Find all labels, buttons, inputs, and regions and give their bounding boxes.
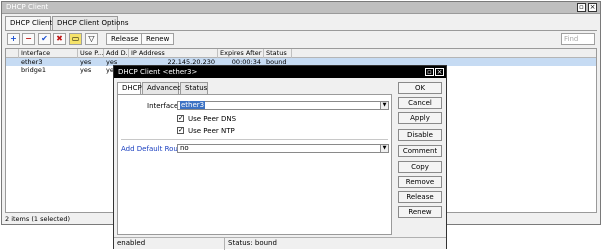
comment-icon[interactable]: ▭ — [69, 33, 82, 45]
disable-icon[interactable]: ✖ — [53, 33, 66, 45]
tab-divider — [5, 30, 597, 31]
use-peer-ntp-checkbox[interactable]: ✓ — [177, 127, 184, 134]
maximize-icon[interactable]: ▫ — [425, 68, 434, 76]
dialog-titlebar[interactable]: DHCP Client <ether3> ▫ × — [114, 66, 446, 78]
dialog-status-bar: enabled Status: bound — [114, 237, 446, 250]
restore-icon[interactable]: ▫ — [577, 3, 586, 12]
remove-icon[interactable]: − — [22, 33, 35, 45]
cell-use-peer-dns: yes — [80, 66, 92, 74]
column-add-default-route[interactable]: Add D... — [104, 49, 129, 58]
ok-button[interactable]: OK — [398, 82, 442, 94]
dhcp-client-dialog: DHCP Client <ether3> ▫ × DHCP Advanced S… — [113, 65, 447, 250]
column-expires-after[interactable]: Expires After — [218, 49, 264, 58]
chevron-down-icon[interactable]: ▼ — [380, 145, 388, 152]
tab-dhcp-client[interactable]: DHCP Client — [5, 16, 52, 31]
release-button[interactable]: Release — [106, 33, 144, 45]
find-input[interactable]: Find — [561, 33, 595, 45]
apply-button[interactable]: Apply — [398, 112, 442, 124]
remove-button[interactable]: Remove — [398, 176, 442, 188]
interface-label: Interface: — [147, 102, 181, 110]
copy-button[interactable]: Copy — [398, 161, 442, 173]
disable-button[interactable]: Disable — [398, 129, 442, 141]
renew-button[interactable]: Renew — [398, 206, 442, 218]
dhcp-settings-panel: Interface: ether3 ▼ ✓ Use Peer DNS ✓ Use… — [117, 94, 392, 235]
release-button[interactable]: Release — [398, 191, 442, 203]
dialog-title: DHCP Client <ether3> — [118, 68, 198, 76]
interface-value: ether3 — [180, 101, 206, 109]
close-icon[interactable]: × — [435, 68, 444, 76]
use-peer-dns-label: Use Peer DNS — [188, 115, 237, 123]
add-default-route-select[interactable]: no ▼ — [177, 144, 389, 153]
use-peer-ntp-label: Use Peer NTP — [188, 127, 235, 135]
window-title: DHCP Client — [6, 3, 49, 11]
toolbar: + − ✔ ✖ ▭ ▽ Release Renew Find — [5, 32, 597, 47]
interface-select[interactable]: ether3 ▼ — [177, 101, 389, 110]
add-icon[interactable]: + — [7, 33, 20, 45]
filter-icon[interactable]: ▽ — [85, 33, 98, 45]
table-header: Interface Use P... Add D... IP Address E… — [6, 49, 596, 58]
tab-dhcp-client-options[interactable]: DHCP Client Options — [52, 16, 129, 30]
enable-icon[interactable]: ✔ — [38, 33, 51, 45]
chevron-down-icon[interactable]: ▼ — [380, 102, 388, 109]
tab-status[interactable]: Status — [180, 82, 208, 94]
tab-advanced[interactable]: Advanced — [142, 82, 182, 94]
header-spacer — [6, 49, 19, 58]
renew-button[interactable]: Renew — [141, 33, 175, 45]
add-default-route-value: no — [180, 144, 189, 152]
cancel-button[interactable]: Cancel — [398, 97, 442, 109]
column-use-peer-dns[interactable]: Use P... — [78, 49, 104, 58]
divider — [121, 139, 388, 140]
window-titlebar[interactable]: DHCP Client ▫ × — [2, 2, 600, 14]
enabled-status: enabled — [114, 238, 225, 250]
cell-interface: bridge1 — [21, 66, 46, 74]
column-ip-address[interactable]: IP Address — [129, 49, 218, 58]
use-peer-dns-checkbox[interactable]: ✓ — [177, 115, 184, 122]
column-interface[interactable]: Interface — [19, 49, 78, 58]
close-icon[interactable]: × — [588, 3, 597, 12]
column-status[interactable]: Status — [264, 49, 292, 58]
comment-button[interactable]: Comment — [398, 145, 442, 157]
cell-use-peer-dns: yes — [80, 58, 92, 66]
bound-status: Status: bound — [228, 239, 277, 247]
cell-interface: ether3 — [21, 58, 43, 66]
